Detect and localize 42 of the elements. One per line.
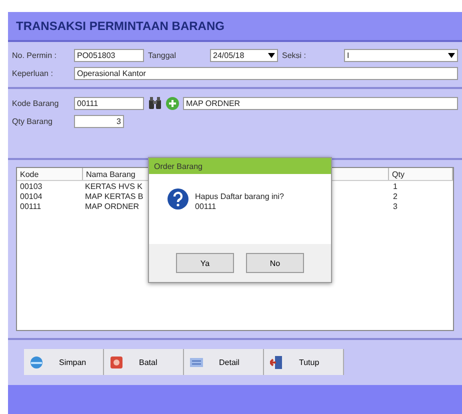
dialog-title: Order Barang <box>149 158 331 174</box>
dialog-detail: 00111 <box>195 202 218 212</box>
field-label: Kode Barang <box>12 98 60 108</box>
field-label: No. Permin : <box>12 50 58 60</box>
input-field[interactable]: 00111 <box>74 96 144 110</box>
dialog-button[interactable]: No <box>246 253 304 273</box>
dialog-button[interactable]: Ya <box>176 253 234 273</box>
dropdown-field[interactable]: 24/05/18 <box>210 48 278 62</box>
table-cell-text: 00111 <box>19 202 42 210</box>
table-cell-text: 3 <box>392 202 398 210</box>
form-title: TRANSAKSI PERMINTAAN BARANG <box>16 19 224 33</box>
cancel-button[interactable]: Batal <box>104 349 184 375</box>
save-button[interactable]: Simpan <box>24 349 104 375</box>
input-field[interactable]: PO051803 <box>74 48 144 62</box>
column-header[interactable]: Qty <box>389 168 453 180</box>
table-cell-text: 1 <box>392 182 398 190</box>
column-header[interactable]: Kode <box>17 168 83 180</box>
door-icon <box>270 356 283 368</box>
binoculars-icon[interactable] <box>148 97 162 109</box>
table-cell-text: MAP KERTAS B <box>84 192 144 200</box>
dropdown-arrow-icon[interactable] <box>268 52 275 58</box>
field-label: Keperluan : <box>12 68 54 78</box>
table-cell-text: KERTAS HVS K <box>84 182 142 190</box>
add-icon[interactable] <box>166 96 179 110</box>
table-cell-text: 00104 <box>19 192 44 200</box>
field-label: Seksi : <box>282 50 308 60</box>
dropdown-field[interactable]: I <box>344 48 458 62</box>
list-icon <box>190 356 203 368</box>
table-cell-text: 00103 <box>19 182 44 190</box>
table-cell-text: 2 <box>392 192 398 200</box>
square-icon <box>110 356 123 368</box>
table-cell-text: MAP ORDNER <box>84 202 140 210</box>
input-field[interactable]: MAP ORDNER <box>183 96 458 110</box>
field-label: Qty Barang <box>12 116 54 126</box>
question-icon <box>167 188 189 210</box>
field-label: Tanggal <box>148 50 178 60</box>
input-field[interactable]: Operasional Kantor <box>74 66 458 80</box>
detail-button[interactable]: Detail <box>184 349 264 375</box>
dropdown-arrow-icon[interactable] <box>448 52 455 58</box>
close-button[interactable]: Tutup <box>264 349 344 375</box>
dialog-message: Hapus Daftar barang ini? <box>195 192 284 202</box>
input-field[interactable]: 3 <box>74 114 124 128</box>
